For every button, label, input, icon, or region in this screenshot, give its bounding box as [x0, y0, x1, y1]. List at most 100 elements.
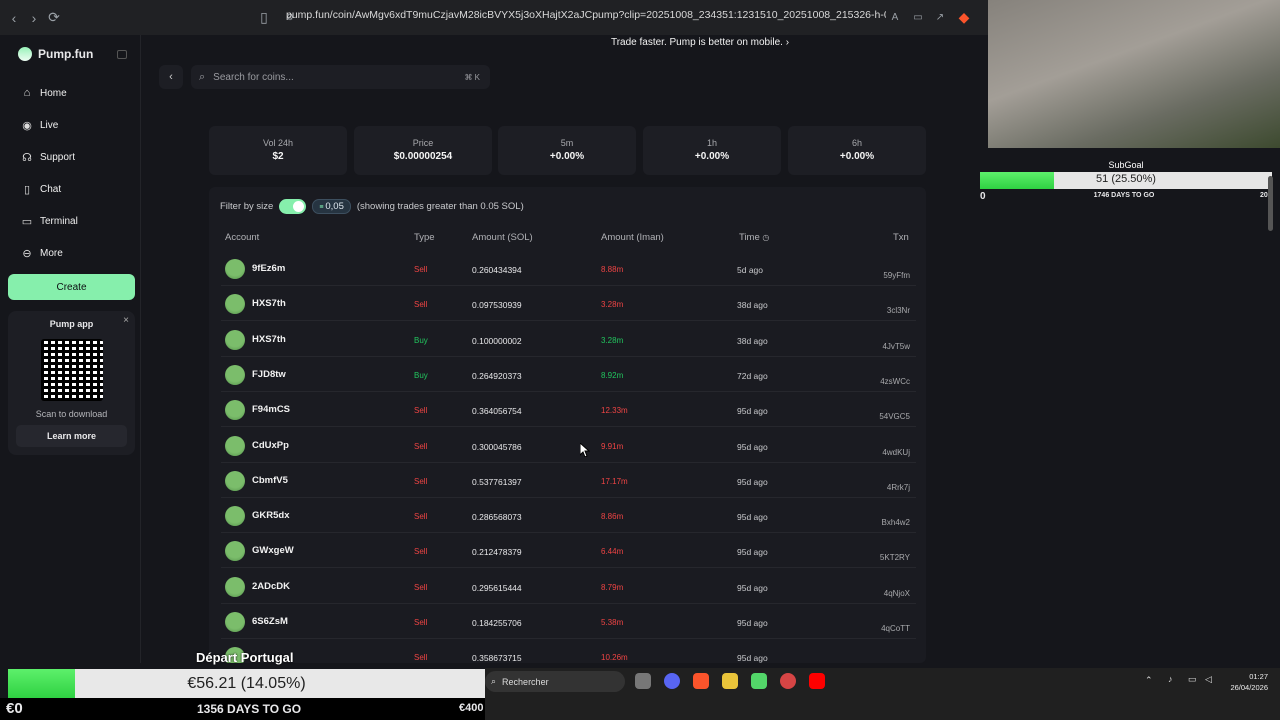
reload-icon[interactable]: ⟳ — [44, 8, 64, 28]
screen-icon[interactable]: ▭ — [908, 8, 928, 28]
avatar[interactable] — [225, 612, 245, 632]
trade-txn-link[interactable]: 3cl3Nr — [887, 306, 910, 315]
youtube-icon[interactable] — [809, 673, 825, 689]
col-amount-token[interactable]: Amount (Iman) — [601, 232, 664, 243]
avatar[interactable] — [225, 435, 245, 456]
sidebar-item-chat[interactable]: ▯ Chat — [20, 182, 61, 196]
filter-toggle[interactable] — [279, 199, 307, 214]
collapse-sidebar-icon[interactable] — [117, 50, 127, 59]
trade-account[interactable]: HXS7th — [252, 298, 286, 309]
trade-txn-link[interactable]: 4qCoTT — [881, 624, 910, 633]
trade-txn-link[interactable]: 4qNjoX — [884, 589, 910, 598]
chevron-up-icon[interactable]: ⌃ — [1145, 675, 1153, 686]
stat-1h: 1h +0.00% — [643, 126, 781, 175]
trade-account[interactable]: FJD8tw — [252, 369, 286, 380]
trade-type: Sell — [414, 582, 428, 592]
app-icon[interactable] — [751, 673, 767, 689]
trade-txn-link[interactable]: 4zsWCc — [880, 377, 910, 386]
trade-row[interactable]: F94mCS Sell 0.364056754 12.33m 95d ago 54VGC5 — [221, 392, 916, 428]
sidebar-item-terminal[interactable]: ▭ Terminal — [20, 214, 78, 228]
trade-row[interactable]: FJD8tw Buy 0.264920373 8.92m 72d ago 4zsWCc — [221, 357, 916, 392]
avatar[interactable] — [225, 576, 245, 597]
avatar[interactable] — [225, 259, 245, 279]
trade-row[interactable]: 6S6ZsM Sell 0.184255706 5.38m 95d ago 4qCoTT — [221, 604, 916, 639]
trade-txn-link[interactable]: 59yFfm — [883, 271, 910, 280]
trade-txn-link[interactable]: Bxh4w2 — [882, 518, 910, 527]
banner-text: Trade faster. Pump is better on mobile. — [610, 37, 783, 48]
avatar[interactable] — [225, 506, 245, 527]
folder-icon[interactable] — [722, 673, 738, 689]
trade-row[interactable]: HXS7th Buy 0.100000002 3.28m 38d ago 4JvT5w — [221, 322, 916, 357]
trade-txn-link[interactable]: 4JvT5w — [882, 342, 910, 351]
avatar[interactable] — [225, 400, 245, 421]
trade-account[interactable]: 9fEz6m — [252, 263, 285, 274]
trade-account[interactable]: 2ADcDK — [252, 581, 290, 592]
filter-size-input[interactable]: ≡ 0,05 — [312, 199, 351, 214]
stat-price: Price $0.00000254 — [354, 126, 492, 175]
mobile-banner[interactable]: Trade faster. Pump is better on mobile. … — [560, 37, 840, 48]
avatar[interactable] — [225, 470, 245, 491]
network-icon[interactable]: ▭ — [1188, 674, 1197, 685]
address-bar[interactable]: pump.fun/coin/AwMgv6xdT9muCzjavM28icBVYX… — [286, 9, 886, 21]
task-view-icon[interactable] — [635, 673, 651, 689]
share-icon[interactable]: ↗ — [930, 8, 950, 28]
avatar[interactable] — [225, 541, 245, 562]
avatar[interactable] — [225, 329, 245, 350]
trade-account[interactable]: HXS7th — [252, 334, 286, 345]
trade-account[interactable]: CdUxPp — [252, 440, 289, 451]
obs-icon[interactable] — [780, 673, 796, 689]
sidebar-item-home[interactable]: ⌂ Home — [20, 86, 67, 100]
volume-icon[interactable]: ◁ — [1205, 674, 1212, 685]
taskbar-clock[interactable]: 01:27 26/04/2026 — [1230, 671, 1268, 693]
trade-amount-token: 8.92m — [601, 370, 624, 380]
trade-txn-link[interactable]: 54VGC5 — [879, 412, 910, 421]
trade-type: Sell — [414, 406, 428, 416]
avatar[interactable] — [225, 364, 245, 385]
back-arrow-icon[interactable]: ‹ — [4, 8, 24, 28]
trade-row[interactable]: GWxgeW Sell 0.212478379 6.44m 95d ago 5KT2RY — [221, 533, 916, 569]
create-button[interactable]: Create — [8, 274, 135, 300]
trade-row[interactable]: HXS7th Sell 0.097530939 3.28m 38d ago 3cl3Nr — [221, 286, 916, 322]
trade-row[interactable]: GKR5dx Sell 0.286568073 8.86m 95d ago Bxh4w2 — [221, 498, 916, 534]
microphone-icon[interactable]: ♪ — [1168, 674, 1173, 684]
bookmark-icon[interactable]: ▯ — [254, 8, 274, 28]
trade-amount-sol: 0.212478379 — [472, 547, 522, 558]
avatar[interactable] — [225, 294, 245, 315]
brave-shield-icon[interactable]: ◆ — [954, 8, 974, 28]
learn-more-button[interactable]: Learn more — [16, 425, 127, 447]
trade-txn-link[interactable]: 5KT2RY — [880, 553, 910, 562]
trade-time: 95d ago — [737, 653, 768, 663]
trade-account[interactable]: F94mCS — [252, 404, 290, 415]
sidebar-item-more[interactable]: ⊖ More — [20, 246, 62, 260]
trade-row[interactable]: 9fEz6m Sell 0.260434394 8.88m 5d ago 59yFfm — [221, 251, 916, 286]
logo[interactable]: Pump.fun — [15, 44, 93, 64]
sidebar-item-live[interactable]: ◉ Live — [20, 118, 58, 132]
trade-row[interactable]: 2ADcDK Sell 0.295615444 8.79m 95d ago 4qNjoX — [221, 569, 916, 604]
discord-icon[interactable] — [664, 673, 680, 689]
search-input[interactable]: ⌕ Search for coins... ⌘ K — [191, 65, 490, 89]
trade-account[interactable]: 6S6ZsM — [252, 616, 288, 627]
trade-row[interactable]: Sell 0.358673715 10.26m 95d ago — [221, 639, 916, 663]
trade-row[interactable]: CdUxPp Sell 0.300045786 9.91m 95d ago 4wdKUj — [221, 428, 916, 463]
col-time[interactable]: Time ◷ — [739, 232, 769, 243]
translate-icon[interactable]: A — [885, 8, 905, 28]
trade-account[interactable]: GKR5dx — [252, 510, 289, 521]
more-icon: ⊖ — [22, 247, 32, 260]
subgoal-min: 0 — [980, 191, 986, 202]
trade-account[interactable]: CbmfV5 — [252, 475, 288, 486]
col-amount-sol[interactable]: Amount (SOL) — [472, 232, 533, 243]
trade-txn-link[interactable]: 4Rrk7j — [887, 483, 910, 492]
forward-arrow-icon[interactable]: › — [24, 8, 44, 28]
sidebar-item-support[interactable]: ☊ Support — [20, 150, 75, 164]
brave-icon[interactable] — [693, 673, 709, 689]
trade-txn-link[interactable]: 4wdKUj — [882, 448, 910, 457]
trade-amount-sol: 0.364056754 — [472, 406, 522, 417]
trade-row[interactable]: CbmfV5 Sell 0.537761397 17.17m 95d ago 4Rrk7j — [221, 463, 916, 498]
trade-account[interactable]: GWxgeW — [252, 545, 294, 556]
taskbar-search[interactable]: ⌕ Rechercher — [485, 671, 625, 692]
close-icon[interactable]: × — [123, 315, 129, 326]
back-button[interactable]: ‹ — [159, 65, 183, 89]
scrollbar[interactable] — [1268, 176, 1273, 231]
stat-5m: 5m +0.00% — [498, 126, 636, 175]
sidebar-item-label: Support — [40, 151, 76, 163]
